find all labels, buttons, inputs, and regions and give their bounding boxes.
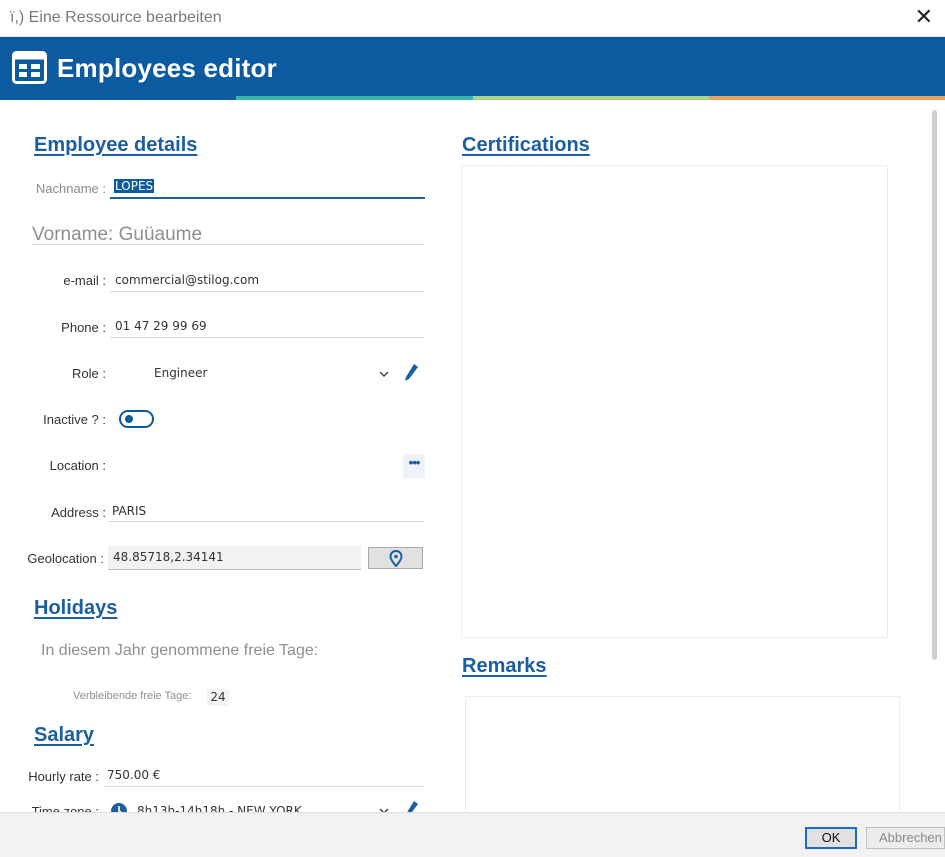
employee-details-title: Employee details — [34, 134, 198, 156]
geolocation-label: Geolocation : — [27, 551, 104, 566]
dialog-footer: OK Abbrechen — [0, 812, 945, 857]
timezone-edit-pencil-icon[interactable] — [403, 800, 419, 812]
phone-underline — [110, 337, 425, 338]
timezone-select[interactable]: 8h13h-14h18h - NEW YORK — [137, 804, 302, 812]
remarks-textarea[interactable] — [465, 696, 900, 812]
chevron-down-icon[interactable] — [379, 370, 389, 378]
vorname-field[interactable]: Vorname: Guüaume — [32, 224, 202, 246]
email-label: e-mail : — [63, 273, 106, 288]
edit-pencil-icon[interactable] — [403, 363, 419, 383]
address-underline — [108, 521, 425, 522]
role-select[interactable]: Engineer — [154, 366, 207, 380]
nachname-label: Nachname : — [35, 181, 106, 196]
certifications-title: Certifications — [462, 134, 590, 156]
role-label: Role : — [72, 366, 106, 381]
toggle-knob — [125, 415, 133, 423]
holidays-remaining-value: 24 — [207, 689, 229, 706]
address-field[interactable]: PARIS — [112, 504, 146, 518]
location-browse-button[interactable]: ••• — [403, 454, 425, 478]
email-field[interactable]: commercial@stilog.com — [115, 273, 259, 287]
inactive-label: Inactive ? : — [43, 412, 106, 427]
location-label: Location : — [49, 458, 106, 473]
app-header: Employees editor — [0, 37, 945, 96]
phone-label: Phone : — [61, 320, 106, 335]
clock-icon — [111, 803, 127, 812]
phone-field[interactable]: 01 47 29 99 69 — [115, 319, 207, 333]
geolocation-input[interactable]: 48.85718,2.34141 — [108, 546, 361, 570]
geolocation-value: 48.85718,2.34141 — [113, 550, 224, 564]
grid-table-icon — [12, 51, 47, 84]
vorname-underline — [32, 244, 425, 245]
timezone-label: Time zone : — [31, 804, 99, 812]
editor-content[interactable]: Employee details Nachname : LOPES Vornam… — [0, 100, 945, 812]
address-label: Address : — [51, 505, 106, 520]
hourly-rate-field[interactable]: 750.00 € — [107, 768, 160, 782]
hourly-rate-label: Hourly rate : — [28, 769, 99, 784]
inactive-toggle[interactable] — [119, 410, 154, 428]
holidays-taken-text: In diesem Jahr genommene freie Tage: — [41, 642, 319, 659]
cancel-button[interactable]: Abbrechen — [866, 827, 945, 849]
hourly-rate-underline — [104, 786, 425, 787]
header-title: Employees editor — [57, 53, 277, 83]
close-icon[interactable]: ✕ — [915, 6, 933, 28]
holidays-title: Holidays — [34, 597, 118, 619]
nachname-underline — [110, 197, 425, 199]
window-titlebar: ï,) Eine Ressource bearbeiten ✕ — [0, 0, 945, 37]
certifications-panel[interactable] — [461, 165, 888, 638]
holidays-remaining-label: Verbleibende freie Tage: — [73, 690, 192, 702]
nachname-value: LOPES — [114, 179, 155, 193]
ok-button[interactable]: OK — [805, 827, 857, 849]
window-title: ï,) Eine Ressource bearbeiten — [10, 9, 222, 26]
salary-title: Salary — [34, 724, 95, 746]
remarks-title: Remarks — [462, 655, 547, 677]
map-pin-icon — [389, 550, 403, 567]
nachname-field[interactable]: LOPES — [114, 179, 155, 193]
email-underline — [110, 291, 425, 292]
content-scrollbar[interactable] — [932, 110, 937, 660]
geolocate-button[interactable] — [368, 547, 423, 569]
